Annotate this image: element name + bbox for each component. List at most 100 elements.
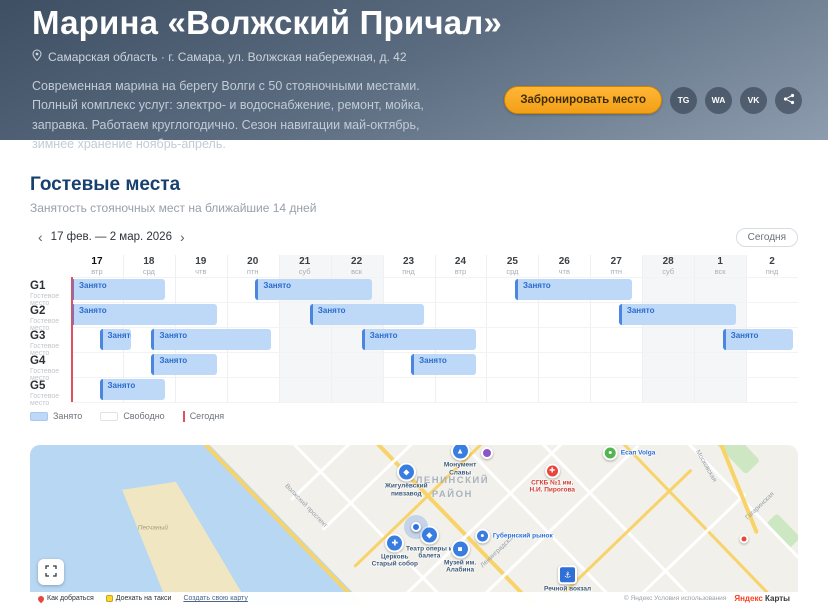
row-divider xyxy=(71,302,798,303)
create-map-link[interactable]: Создать свою карту xyxy=(183,595,247,602)
poi-label: Монумент Славы xyxy=(433,462,487,477)
row-divider xyxy=(71,377,798,378)
booking-bar[interactable]: Занято xyxy=(310,304,424,325)
berth-row-label: G1Гостевое место xyxy=(30,277,71,302)
poi-label: Музей им. Алабина xyxy=(433,560,487,575)
day-header: 17втр xyxy=(71,255,123,277)
pin-icon xyxy=(37,594,45,602)
map-poi[interactable]: ●Есап Volga xyxy=(603,446,656,461)
street-label: Московская xyxy=(694,449,718,483)
prev-period-button[interactable]: ‹ xyxy=(30,230,51,244)
day-header: 22вск xyxy=(331,255,383,277)
booking-bar[interactable]: Занято xyxy=(619,304,736,325)
location-text: Самарская область · г. Самара, ул. Волжс… xyxy=(48,50,407,64)
poi-label: Губернский рынок xyxy=(493,533,553,540)
booking-bar[interactable]: Занято xyxy=(151,329,271,350)
social-button-tg[interactable]: TG xyxy=(670,87,697,114)
legend-item-busy: Занято xyxy=(30,411,82,421)
map-poi[interactable]: ✚СГКБ №1 им. Н.И. Пирогова xyxy=(525,463,579,494)
booking-bar[interactable]: Занято xyxy=(100,329,131,350)
expand-icon xyxy=(45,565,57,580)
poi-icon: ■ xyxy=(451,540,470,559)
map-poi[interactable]: ▲Монумент Славы xyxy=(433,445,487,477)
taxi-icon xyxy=(106,595,113,602)
section-subtitle: Занятость стояночных мест на ближайшие 1… xyxy=(30,201,798,215)
section-title: Гостевые места xyxy=(30,174,798,196)
social-button-wa[interactable]: WA xyxy=(705,87,732,114)
booking-bar[interactable]: Занято xyxy=(255,279,372,300)
today-button[interactable]: Сегодня xyxy=(736,228,798,247)
row-divider xyxy=(71,402,798,403)
park-area xyxy=(765,514,798,550)
poi-label: Церковь Старый собор xyxy=(368,553,422,568)
berth-row-label: G5Гостевое место xyxy=(30,377,71,402)
day-header: 23пнд xyxy=(383,255,435,277)
day-header: 20птн xyxy=(227,255,279,277)
poi-icon: ✚ xyxy=(545,463,560,478)
booking-bar[interactable]: Занято xyxy=(71,279,165,300)
booking-bar[interactable]: Занято xyxy=(411,354,476,375)
gantt-row-labels: G1Гостевое местоG2Гостевое местоG3Гостев… xyxy=(30,255,71,402)
map-expand-button[interactable] xyxy=(38,559,64,585)
yandex-maps-logo[interactable]: Яндекс Карты xyxy=(734,594,790,603)
poi-icon: ● xyxy=(603,446,618,461)
today-line xyxy=(71,277,73,402)
poi-icon: ◆ xyxy=(397,463,416,482)
day-header: 21суб xyxy=(279,255,331,277)
map-poi[interactable]: ■Музей им. Алабина xyxy=(433,540,487,575)
day-header: 28суб xyxy=(642,255,694,277)
taxi-button[interactable]: Доехать на такси xyxy=(106,595,172,602)
gantt-grid[interactable]: 17втр18срд19чтв20птн21суб22вск23пнд24втр… xyxy=(71,255,798,402)
marina-description: Современная марина на берегу Волги с 50 … xyxy=(32,77,434,155)
directions-button[interactable]: Как добраться xyxy=(38,595,94,602)
poi-label: Есап Volga xyxy=(621,450,656,457)
social-button-vk[interactable]: VK xyxy=(740,87,767,114)
berth-row-label: G2Гостевое место xyxy=(30,302,71,327)
map[interactable]: Волжский проспектЛенинградскаяМосковская… xyxy=(30,445,798,605)
poi-dot[interactable] xyxy=(740,535,749,544)
poi-icon: ✚ xyxy=(385,533,404,552)
booking-bar[interactable]: Занято xyxy=(515,279,632,300)
legend-item-free: Свободно xyxy=(100,411,164,421)
day-header: 25срд xyxy=(486,255,538,277)
share-button[interactable] xyxy=(775,87,802,114)
row-divider xyxy=(71,277,798,278)
day-header: 18срд xyxy=(123,255,175,277)
legend-item-today: Сегодня xyxy=(183,411,225,422)
poi-label: Жигулёвский пивзавод xyxy=(379,483,433,498)
gantt-legend: Занято Свободно Сегодня xyxy=(30,410,798,422)
page-title: Марина «Волжский Причал» xyxy=(32,4,800,42)
booking-bar[interactable]: Занято xyxy=(151,354,216,375)
book-place-button[interactable]: Забронировать место xyxy=(504,86,662,114)
day-header: 26чтв xyxy=(538,255,590,277)
share-icon xyxy=(783,93,795,107)
poi-icon: ▲ xyxy=(451,445,470,461)
day-header: 24втр xyxy=(435,255,487,277)
booking-bar[interactable]: Занято xyxy=(71,304,217,325)
marina-marker[interactable] xyxy=(411,522,421,532)
hero-header: Марина «Волжский Причал» Самарская облас… xyxy=(0,0,828,140)
map-copyright[interactable]: © Яндекс Условия использования xyxy=(624,595,726,602)
booking-bar[interactable]: Занято xyxy=(100,379,165,400)
location-pin-icon xyxy=(32,49,42,64)
map-poi[interactable]: ◆Жигулёвский пивзавод xyxy=(379,463,433,498)
booking-bar[interactable]: Занято xyxy=(362,329,476,350)
row-divider xyxy=(71,352,798,353)
date-navigation: ‹ 17 фев. — 2 мар. 2026 › Сегодня xyxy=(30,227,798,247)
day-header: 19чтв xyxy=(175,255,227,277)
map-footer: Как добраться Доехать на такси Создать с… xyxy=(30,592,798,605)
row-divider xyxy=(71,327,798,328)
map-poi[interactable]: ⚓Речной вокзал xyxy=(541,566,595,593)
berth-row-label: G3Гостевое место xyxy=(30,327,71,352)
poi-icon: ⚓ xyxy=(558,566,577,585)
booking-bar[interactable]: Занято xyxy=(723,329,793,350)
marina-page: Марина «Волжский Причал» Самарская облас… xyxy=(0,0,828,606)
day-header: 2пнд xyxy=(746,255,798,277)
free-chip xyxy=(100,412,118,421)
availability-gantt: G1Гостевое местоG2Гостевое местоG3Гостев… xyxy=(30,255,798,402)
street-label: Волжский проспект xyxy=(284,482,329,529)
today-mark xyxy=(183,411,185,422)
poi-dot[interactable] xyxy=(481,447,493,459)
next-period-button[interactable]: › xyxy=(172,230,193,244)
poi-label: СГКБ №1 им. Н.И. Пирогова xyxy=(525,479,579,494)
